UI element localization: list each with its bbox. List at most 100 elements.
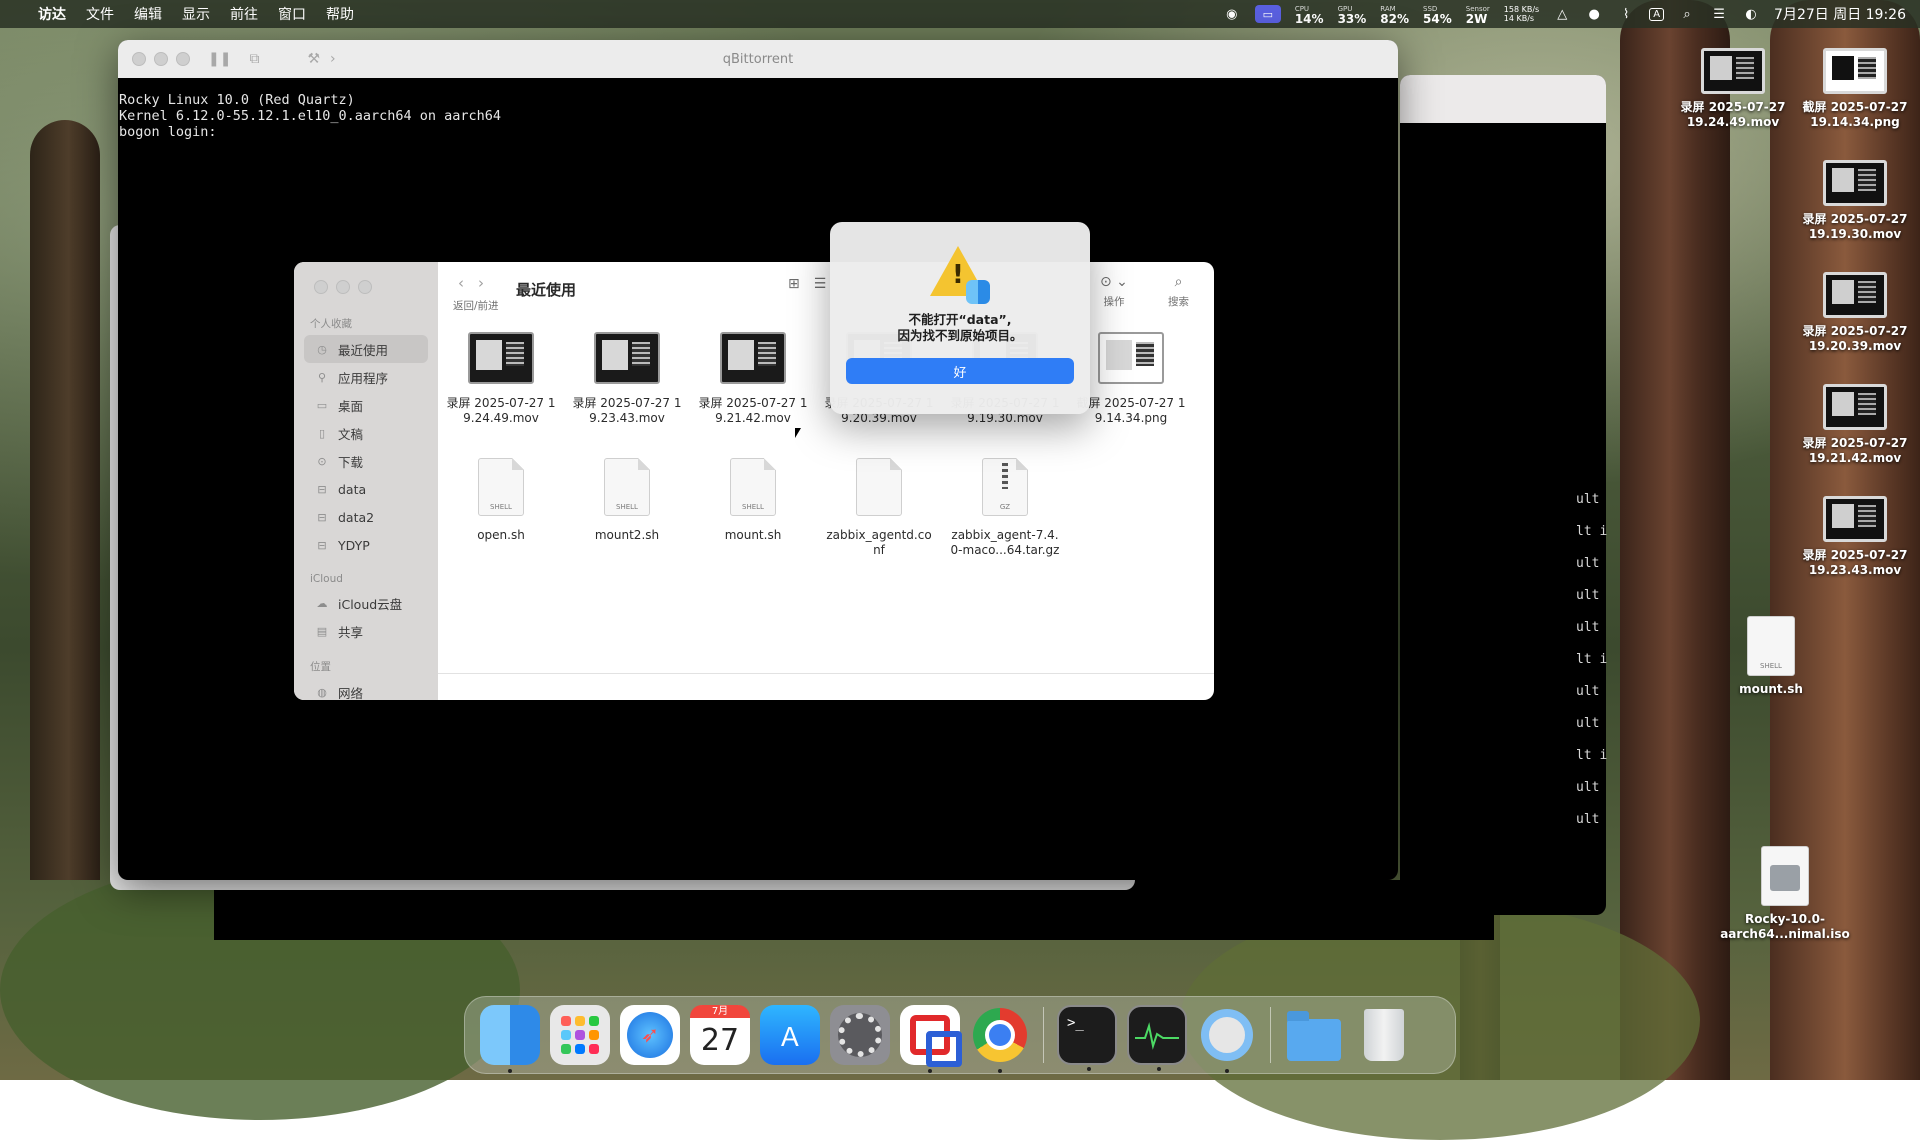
console-output[interactable]: Rocky Linux 10.0 (Red Quartz) Kernel 6.12…	[118, 78, 1398, 140]
gpu-stat[interactable]: GPU 33%	[1338, 4, 1367, 25]
wifi-off-icon[interactable]: ⌇	[1617, 7, 1635, 22]
list-view-icon[interactable]: ☰	[814, 276, 827, 292]
sidebar-item-icloud-drive[interactable]: ☁ iCloud云盘	[304, 589, 428, 617]
sidebar-item-downloads[interactable]: ⊙ 下载	[304, 447, 428, 475]
snapshot-icon[interactable]: ⧉	[249, 51, 259, 67]
network-speed[interactable]: 158 KB/s 14 KB/s	[1504, 5, 1539, 23]
sidebar-item-data2[interactable]: ⊟ data2	[304, 503, 428, 531]
dock-launchpad-icon[interactable]	[550, 1005, 610, 1065]
zoom-button[interactable]	[358, 280, 372, 294]
pause-icon[interactable]: ❚❚	[208, 51, 231, 67]
video-thumbnail	[594, 332, 660, 384]
dock-system-settings-icon[interactable]	[830, 1005, 890, 1065]
desktop-file[interactable]: 录屏 2025-07-27 19.24.49.mov	[1668, 48, 1798, 130]
dock-activity-monitor-icon[interactable]	[1127, 1005, 1187, 1071]
back-arrow-icon[interactable]: ‹	[458, 274, 464, 292]
minimize-button[interactable]	[154, 52, 168, 66]
dock-trash-icon[interactable]	[1354, 1005, 1414, 1065]
file-item[interactable]: SHELL mount2.sh	[564, 454, 690, 584]
icon-view-icon[interactable]: ⊞	[788, 276, 800, 292]
sidebar-item-shared[interactable]: ▤ 共享	[304, 617, 428, 645]
apps-icon: ⚲	[317, 370, 327, 384]
close-button[interactable]	[132, 52, 146, 66]
sensor-stat[interactable]: Sensor 2W	[1466, 4, 1490, 25]
delta-icon[interactable]: △	[1553, 7, 1571, 22]
desktop-file[interactable]: 录屏 2025-07-27 19.23.43.mov	[1790, 496, 1920, 578]
finder-badge-icon	[966, 280, 990, 304]
file-item[interactable]: SHELL open.sh	[438, 454, 564, 584]
search-button[interactable]: ⌕ 搜索	[1168, 274, 1189, 309]
dock-quicktime-icon[interactable]	[1197, 1005, 1257, 1073]
menu-edit[interactable]: 编辑	[134, 4, 162, 24]
menu-go[interactable]: 前往	[230, 4, 258, 24]
ssd-stat[interactable]: SSD 54%	[1423, 4, 1452, 25]
finder-sidebar: 个人收藏 ◷ 最近使用 ⚲ 应用程序 ▭ 桌面 ▯ 文稿 ⊙ 下载 ⊟ data ⊟ data…	[294, 262, 438, 700]
desktop-file[interactable]: 录屏 2025-07-27 19.19.30.mov	[1790, 160, 1920, 242]
file-item[interactable]: SHELL mount.sh	[690, 454, 816, 584]
file-item[interactable]: GZ zabbix_agent-7.4.0-maco...64.tar.gz	[942, 454, 1068, 584]
shell-script-icon: SHELL	[1747, 616, 1795, 676]
siri-icon[interactable]: ◐	[1742, 7, 1760, 22]
forward-arrow-icon[interactable]: ›	[478, 274, 484, 292]
record-icon[interactable]: ◉	[1223, 7, 1241, 22]
mouse-cursor	[795, 428, 801, 438]
ok-button[interactable]: 好	[846, 358, 1074, 384]
file-item[interactable]: 录屏 2025-07-27 19.24.49.mov	[438, 324, 564, 454]
clock[interactable]: 7月27日 周日 19:26	[1774, 4, 1906, 24]
sidebar-item-ydyp[interactable]: ⊟ YDYP	[304, 531, 428, 559]
video-thumbnail	[1701, 48, 1765, 94]
action-button[interactable]: ⊙ ⌄ 操作	[1100, 274, 1128, 309]
screen-mirroring-icon[interactable]: ▭	[1254, 5, 1281, 23]
search-icon[interactable]: ⌕	[1678, 7, 1696, 22]
dock-safari-icon[interactable]: ➶	[620, 1005, 680, 1065]
shell-script-icon: SHELL	[604, 458, 650, 516]
sidebar-item-network[interactable]: ◍ 网络	[304, 678, 428, 701]
cloud-icon: ☁	[316, 596, 328, 610]
desktop-file[interactable]: 截屏 2025-07-27 19.14.34.png	[1790, 48, 1920, 130]
menu-finder[interactable]: 访达	[38, 4, 66, 24]
user-icon[interactable]: ●	[1585, 7, 1603, 22]
menu-window[interactable]: 窗口	[278, 4, 306, 24]
cpu-stat[interactable]: CPU 14%	[1295, 4, 1324, 25]
file-item[interactable]: zabbix_agentd.conf	[816, 454, 942, 584]
ram-stat[interactable]: RAM 82%	[1380, 4, 1409, 25]
alert-message: 不能打开“data”, 因为找不到原始项目。	[897, 312, 1023, 343]
close-button[interactable]	[314, 280, 328, 294]
dock-calendar-icon[interactable]: 7月 27	[690, 1005, 750, 1065]
sidebar-item-desktop[interactable]: ▭ 桌面	[304, 391, 428, 419]
minimize-button[interactable]	[336, 280, 350, 294]
sidebar-item-data[interactable]: ⊟ data	[304, 475, 428, 503]
menu-help[interactable]: 帮助	[326, 4, 354, 24]
dock-chrome-icon[interactable]	[970, 1005, 1030, 1073]
alert-dialog[interactable]: ! 不能打开“data”, 因为找不到原始项目。 好	[830, 222, 1090, 414]
menu-view[interactable]: 显示	[182, 4, 210, 24]
desktop-file[interactable]: 录屏 2025-07-27 19.21.42.mov	[1790, 384, 1920, 466]
sidebar-item-documents[interactable]: ▯ 文稿	[304, 419, 428, 447]
menu-file[interactable]: 文件	[86, 4, 114, 24]
dock-finder-icon[interactable]	[480, 1005, 540, 1073]
dock-app-store-icon[interactable]: Ａ	[760, 1005, 820, 1065]
chevron-right-icon[interactable]: ›	[330, 51, 336, 67]
sidebar-item-applications[interactable]: ⚲ 应用程序	[304, 363, 428, 391]
dock-parallels-icon[interactable]	[900, 1005, 962, 1073]
console-line: Kernel 6.12.0-55.12.1.el10_0.aarch64 on …	[119, 108, 502, 124]
control-center-icon[interactable]: ☰	[1710, 7, 1728, 22]
file-item[interactable]: 录屏 2025-07-27 19.23.43.mov	[564, 324, 690, 454]
desktop-file[interactable]: Rocky-10.0-aarch64...nimal.iso	[1720, 846, 1850, 942]
dock-downloads-folder-icon[interactable]	[1284, 1005, 1344, 1065]
sidebar-section-icloud: iCloud	[310, 573, 343, 585]
input-method-icon[interactable]: A	[1649, 7, 1665, 21]
folder-title: 最近使用	[516, 281, 577, 299]
finder-content[interactable]: ‹ › 返回/前进 最近使用 ⊞ ☰ ⊙ ⌄ 操作 ⌕ 搜索 录屏 2025-0…	[438, 262, 1214, 700]
search-icon: ⌕	[1174, 274, 1183, 290]
zoom-button[interactable]	[176, 52, 190, 66]
dock-terminal-icon[interactable]: >_	[1057, 1005, 1117, 1071]
menu-bar: 访达 文件 编辑 显示 前往 窗口 帮助 ◉ ▭ CPU 14% GPU 33% R…	[0, 0, 1920, 28]
console-line: Rocky Linux 10.0 (Red Quartz)	[119, 92, 355, 108]
sidebar-item-recents[interactable]: ◷ 最近使用	[304, 335, 428, 363]
desktop-file[interactable]: SHELL mount.sh	[1706, 616, 1836, 697]
desktop-icon: ▭	[316, 398, 328, 412]
wrench-icon[interactable]: ⚒	[307, 51, 320, 67]
window-titlebar[interactable]: ❚❚ ⧉ ⚒ › qBittorrent	[118, 40, 1398, 78]
desktop-file[interactable]: 录屏 2025-07-27 19.20.39.mov	[1790, 272, 1920, 354]
